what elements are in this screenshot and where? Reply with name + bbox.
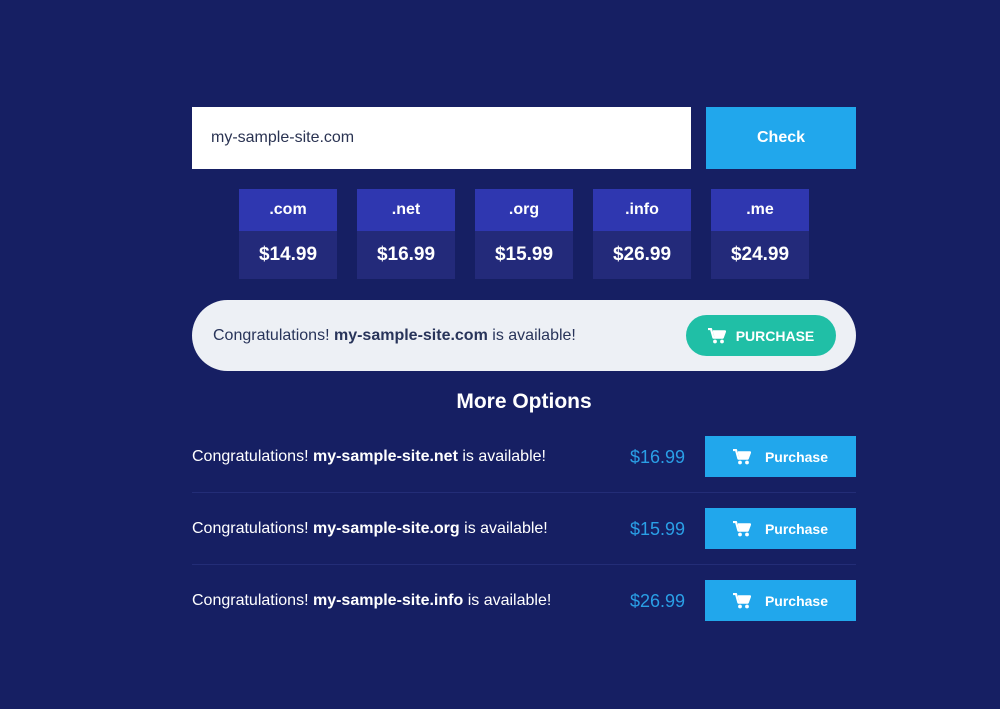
tld-price: $15.99 <box>494 244 554 265</box>
availability-message: Congratulations! my-sample-site.com is a… <box>213 300 576 371</box>
availability-banner: Congratulations! my-sample-site.com is a… <box>192 300 856 371</box>
option-price: $16.99 <box>629 447 685 467</box>
option-purchase-label: Purchase <box>764 448 829 465</box>
tld-price: $24.99 <box>730 244 790 265</box>
tld-name: .com <box>239 189 337 231</box>
purchase-label: PURCHASE <box>735 327 815 344</box>
purchase-button[interactable]: PURCHASE <box>686 315 836 356</box>
shopping-cart-icon <box>732 520 751 537</box>
more-options-title: More Options <box>456 390 592 413</box>
tld-price: $16.99 <box>376 244 436 265</box>
available-domain: my-sample-site.com <box>333 327 488 344</box>
tld-price: $26.99 <box>612 244 672 265</box>
message-prefix: Congratulations! <box>213 327 330 344</box>
option-domain: my-sample-site.org <box>312 520 460 537</box>
option-message: Congratulations! my-sample-site.org is a… <box>192 508 548 549</box>
message-prefix: Congratulations! <box>192 520 309 537</box>
tld-name: .info <box>593 189 691 231</box>
option-message: Congratulations! my-sample-site.net is a… <box>192 436 546 477</box>
option-purchase-button[interactable]: Purchase <box>705 436 856 477</box>
shopping-cart-icon <box>732 448 751 465</box>
domain-search-input[interactable] <box>192 107 691 169</box>
option-domain: my-sample-site.net <box>312 448 458 465</box>
option-purchase-button[interactable]: Purchase <box>705 580 856 621</box>
message-prefix: Congratulations! <box>192 448 309 465</box>
option-price: $15.99 <box>629 519 685 539</box>
message-suffix: is available! <box>492 327 576 344</box>
tld-card-org[interactable]: .org $15.99 <box>475 189 573 279</box>
shopping-cart-icon <box>707 327 726 344</box>
tld-card-info[interactable]: .info $26.99 <box>593 189 691 279</box>
message-suffix: is available! <box>467 592 552 609</box>
tld-price-list: .com $14.99 .net $16.99 .org $15.99 .inf… <box>239 189 809 279</box>
tld-name: .org <box>475 189 573 231</box>
option-domain: my-sample-site.info <box>312 592 464 609</box>
option-purchase-label: Purchase <box>764 592 829 609</box>
option-purchase-button[interactable]: Purchase <box>705 508 856 549</box>
message-suffix: is available! <box>462 448 546 465</box>
message-suffix: is available! <box>464 520 548 537</box>
message-prefix: Congratulations! <box>192 592 309 609</box>
option-price: $26.99 <box>629 591 685 611</box>
option-row: Congratulations! my-sample-site.org is a… <box>192 508 856 565</box>
tld-name: .net <box>357 189 455 231</box>
tld-price: $14.99 <box>258 244 318 265</box>
option-row: Congratulations! my-sample-site.net is a… <box>192 436 856 493</box>
option-row: Congratulations! my-sample-site.info is … <box>192 580 856 621</box>
tld-card-net[interactable]: .net $16.99 <box>357 189 455 279</box>
shopping-cart-icon <box>732 592 751 609</box>
tld-card-com[interactable]: .com $14.99 <box>239 189 337 279</box>
tld-name: .me <box>711 189 809 231</box>
check-button[interactable]: Check <box>706 107 856 169</box>
option-message: Congratulations! my-sample-site.info is … <box>192 580 551 621</box>
option-purchase-label: Purchase <box>764 520 829 537</box>
tld-card-me[interactable]: .me $24.99 <box>711 189 809 279</box>
